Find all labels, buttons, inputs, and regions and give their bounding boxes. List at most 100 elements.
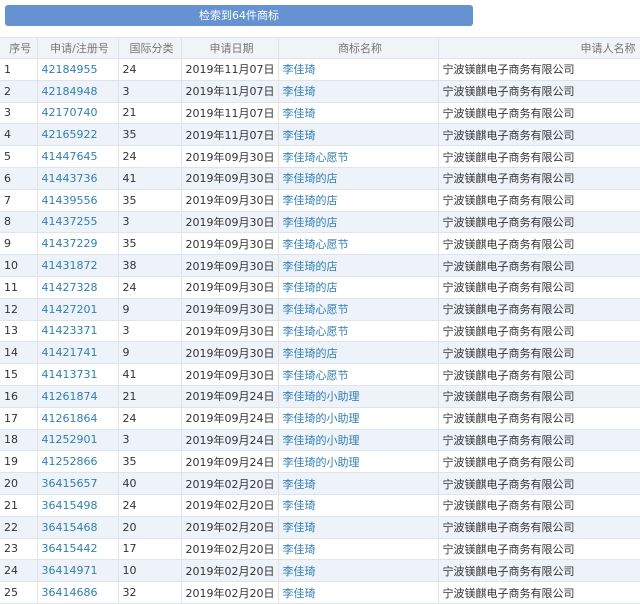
table-row[interactable]: 23 36415442 17 2019年02月20日 李佳琦 宁波镁麒电子商务有限公司 [0,538,640,561]
table-row[interactable]: 5 41447645 24 2019年09月30日 李佳琦心愿节 宁波镁麒电子商务有限公司 [0,145,640,168]
col-date-cell: 2019年09月30日 [181,167,279,190]
col-name-cell[interactable]: 李佳琦的小助理 [278,450,439,474]
table-row[interactable]: 25 36414686 32 2019年02月20日 李佳琦 宁波镁麒电子商务有限公司 [0,581,640,604]
col-date-cell: 2019年09月30日 [181,363,279,386]
search-result-button[interactable]: 检索到64件商标 [5,5,473,26]
col-applicant-cell: 宁波镁麒电子商务有限公司 [438,102,640,125]
col-date-cell: 2019年11月07日 [181,102,279,125]
col-index-cell: 12 [0,298,38,321]
col-reg-number-cell[interactable]: 41437255 [37,211,119,234]
col-class-cell: 24 [118,58,182,81]
table-row[interactable]: 13 41423371 3 2019年09月30日 李佳琦心愿节 宁波镁麒电子商务有限公司 [0,320,640,343]
col-reg-number-cell[interactable]: 41413731 [37,363,119,386]
col-reg-number-cell[interactable]: 36415468 [37,516,119,539]
col-reg-number-cell[interactable]: 41261874 [37,385,119,408]
col-applicant-cell: 宁波镁麒电子商务有限公司 [438,80,640,103]
table-row[interactable]: 14 41421741 9 2019年09月30日 李佳琦的店 宁波镁麒电子商务有限公司 [0,341,640,365]
table-row[interactable]: 7 41439556 35 2019年09月30日 李佳琦的店 宁波镁麒电子商务有限公司 [0,189,640,212]
col-class-cell: 40 [118,472,182,495]
table-row[interactable]: 8 41437255 3 2019年09月30日 李佳琦的店 宁波镁麒电子商务有限公司 [0,211,640,234]
col-name-cell[interactable]: 李佳琦心愿节 [278,298,439,321]
table-row[interactable]: 2 42184948 3 2019年11月07日 李佳琦 宁波镁麒电子商务有限公司 [0,80,640,103]
col-name-cell[interactable]: 李佳琦 [278,58,439,81]
col-name-cell[interactable]: 李佳琦 [278,516,439,539]
col-name-cell[interactable]: 李佳琦心愿节 [278,232,439,256]
col-name-cell[interactable]: 李佳琦心愿节 [278,145,439,168]
col-name-cell[interactable]: 李佳琦 [278,472,439,495]
col-reg-number-cell[interactable]: 42184955 [37,58,119,81]
col-reg-number-cell[interactable]: 36414686 [37,581,119,604]
col-name-cell[interactable]: 李佳琦的店 [278,254,439,277]
table-row[interactable]: 16 41261874 21 2019年09月24日 李佳琦的小助理 宁波镁麒电子商务有限… [0,385,640,408]
col-name-cell[interactable]: 李佳琦 [278,123,439,147]
table-row[interactable]: 24 36414971 10 2019年02月20日 李佳琦 宁波镁麒电子商务有限公司 [0,559,640,583]
col-name-cell[interactable]: 李佳琦的店 [278,189,439,212]
col-index-cell: 15 [0,363,38,386]
col-name-cell[interactable]: 李佳琦 [278,80,439,103]
col-name-cell[interactable]: 李佳琦的小助理 [278,407,439,430]
col-reg-number-cell[interactable]: 42170740 [37,102,119,125]
col-reg-number-cell[interactable]: 41443736 [37,167,119,190]
col-name-cell[interactable]: 李佳琦 [278,538,439,561]
col-index-cell: 25 [0,581,38,604]
table-row[interactable]: 18 41252901 3 2019年09月24日 李佳琦的小助理 宁波镁麒电子商务有限公… [0,429,640,452]
col-name-cell[interactable]: 李佳琦 [278,102,439,125]
col-index-cell: 3 [0,102,38,125]
col-name-cell[interactable]: 李佳琦的店 [278,341,439,365]
table-row[interactable]: 3 42170740 21 2019年11月07日 李佳琦 宁波镁麒电子商务有限公司 [0,102,640,125]
table-row[interactable]: 17 41261864 24 2019年09月24日 李佳琦的小助理 宁波镁麒电子商务有限… [0,407,640,430]
col-name-cell[interactable]: 李佳琦 [278,494,439,517]
col-reg-number-cell[interactable]: 41252901 [37,429,119,452]
col-reg-number-cell[interactable]: 41421741 [37,341,119,365]
table-row[interactable]: 19 41252866 35 2019年09月24日 李佳琦的小助理 宁波镁麒电子商务有限… [0,450,640,474]
col-name-cell[interactable]: 李佳琦的店 [278,211,439,234]
table-row[interactable]: 21 36415498 24 2019年02月20日 李佳琦 宁波镁麒电子商务有限公司 [0,494,640,517]
col-date-cell: 2019年09月24日 [181,407,279,430]
col-reg-number-cell[interactable]: 41431872 [37,254,119,277]
col-name-cell[interactable]: 李佳琦的店 [278,167,439,190]
col-date-cell: 2019年09月24日 [181,429,279,452]
col-date-cell: 2019年09月30日 [181,211,279,234]
col-reg-number-cell[interactable]: 41261864 [37,407,119,430]
table-row[interactable]: 6 41443736 41 2019年09月30日 李佳琦的店 宁波镁麒电子商务有限公司 [0,167,640,190]
table-row[interactable]: 4 42165922 35 2019年11月07日 李佳琦 宁波镁麒电子商务有限公司 [0,123,640,147]
col-name-cell[interactable]: 李佳琦的店 [278,276,439,299]
col-reg-number-cell[interactable]: 41437229 [37,232,119,256]
col-reg-number-cell[interactable]: 36415442 [37,538,119,561]
col-reg-number-cell[interactable]: 42165922 [37,123,119,147]
col-class-cell: 35 [118,123,182,147]
col-applicant-cell: 宁波镁麒电子商务有限公司 [438,123,640,147]
col-index-cell: 7 [0,189,38,212]
col-class-cell: 3 [118,320,182,343]
col-reg-number-cell[interactable]: 41447645 [37,145,119,168]
col-name-cell[interactable]: 李佳琦心愿节 [278,320,439,343]
col-name-cell[interactable]: 李佳琦 [278,581,439,604]
col-reg-number-cell[interactable]: 36415657 [37,472,119,495]
col-reg-number-cell[interactable]: 41423371 [37,320,119,343]
col-class-cell: 21 [118,385,182,408]
table-row[interactable]: 9 41437229 35 2019年09月30日 李佳琦心愿节 宁波镁麒电子商务有限公司 [0,232,640,256]
col-name-cell[interactable]: 李佳琦心愿节 [278,363,439,386]
col-name-cell[interactable]: 李佳琦的小助理 [278,385,439,408]
table-row[interactable]: 10 41431872 38 2019年09月30日 李佳琦的店 宁波镁麒电子商务有限公司 [0,254,640,277]
table-row[interactable]: 12 41427201 9 2019年09月30日 李佳琦心愿节 宁波镁麒电子商务有限公司 [0,298,640,321]
col-date-cell: 2019年11月07日 [181,123,279,147]
col-applicant-cell: 宁波镁麒电子商务有限公司 [438,450,640,474]
table-row[interactable]: 11 41427328 24 2019年09月30日 李佳琦的店 宁波镁麒电子商务有限公司 [0,276,640,299]
col-index-cell: 19 [0,450,38,474]
col-reg-number-cell[interactable]: 42184948 [37,80,119,103]
col-name-cell[interactable]: 李佳琦 [278,559,439,583]
col-reg-number-cell[interactable]: 36415498 [37,494,119,517]
col-reg-number-cell[interactable]: 36414971 [37,559,119,583]
col-class-cell: 10 [118,559,182,583]
col-reg-number-cell[interactable]: 41427201 [37,298,119,321]
col-date-cell: 2019年02月20日 [181,581,279,604]
table-row[interactable]: 20 36415657 40 2019年02月20日 李佳琦 宁波镁麒电子商务有限公司 [0,472,640,495]
table-row[interactable]: 1 42184955 24 2019年11月07日 李佳琦 宁波镁麒电子商务有限公司 [0,58,640,81]
col-reg-number-cell[interactable]: 41252866 [37,450,119,474]
table-row[interactable]: 15 41413731 41 2019年09月30日 李佳琦心愿节 宁波镁麒电子商务有限公… [0,363,640,386]
col-reg-number-cell[interactable]: 41427328 [37,276,119,299]
table-row[interactable]: 22 36415468 20 2019年02月20日 李佳琦 宁波镁麒电子商务有限公司 [0,516,640,539]
col-reg-number-cell[interactable]: 41439556 [37,189,119,212]
col-name-cell[interactable]: 李佳琦的小助理 [278,429,439,452]
